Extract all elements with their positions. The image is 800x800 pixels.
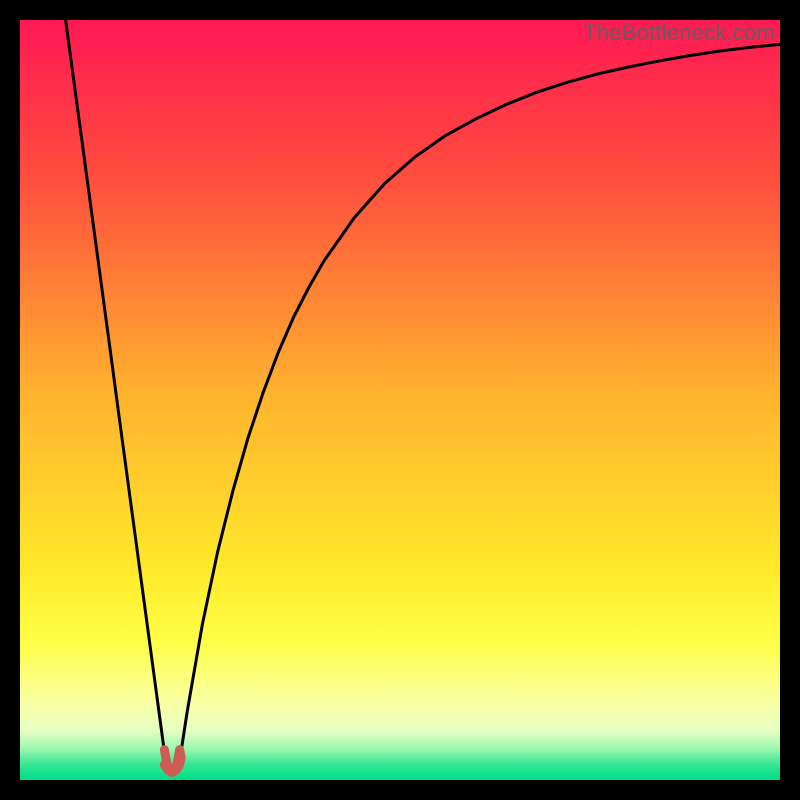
chart-svg bbox=[20, 20, 780, 780]
chart-frame: TheBottleneck.com bbox=[20, 20, 780, 780]
plot-area: TheBottleneck.com bbox=[20, 20, 780, 780]
gradient-background bbox=[20, 20, 780, 780]
